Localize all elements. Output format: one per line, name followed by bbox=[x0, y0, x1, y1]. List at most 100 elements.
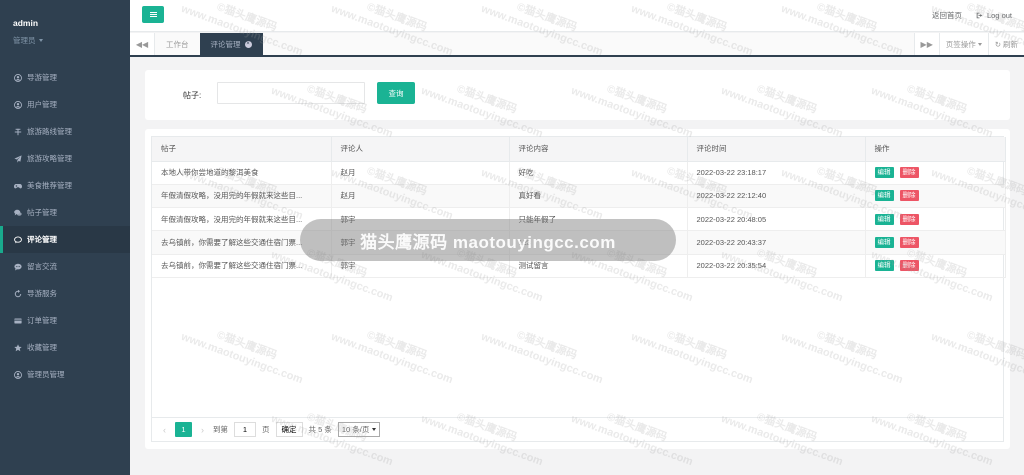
sidebar-item[interactable]: 帖子管理 bbox=[0, 199, 130, 226]
refresh-icon: ↻ bbox=[994, 39, 1001, 49]
tab-scroll-left-button[interactable]: ◀◀ bbox=[130, 33, 155, 55]
edit-button[interactable]: 编辑 bbox=[874, 213, 894, 225]
sidebar-item[interactable]: 旅游路线管理 bbox=[0, 118, 130, 145]
tab-dashboard[interactable]: 工作台 bbox=[155, 33, 200, 55]
column-header: 操作 bbox=[865, 137, 1006, 162]
sidebar-item[interactable]: 留言交流 bbox=[0, 253, 130, 280]
search-button[interactable]: 查询 bbox=[377, 82, 415, 104]
hamburger-icon bbox=[149, 12, 157, 17]
cell-time: 2022-03-22 22:12:40 bbox=[687, 184, 866, 209]
sidebar-item[interactable]: 美食推荐管理 bbox=[0, 172, 130, 199]
table-row: 去乌镇前，你需要了解这些交通住宿门票... 郭宇 123 2022-03-22 20:… bbox=[152, 230, 1006, 255]
edit-button[interactable]: 编辑 bbox=[874, 190, 894, 202]
cell-post: 年假清假攻略，没用完的年假就来这些目... bbox=[152, 207, 332, 232]
chevron-down-icon bbox=[372, 428, 377, 431]
page-size-value: 10 条/页 bbox=[341, 425, 370, 434]
total-count: 共 5 条 bbox=[308, 425, 332, 434]
edit-button[interactable]: 编辑 bbox=[874, 260, 894, 272]
sidebar-item-label: 收藏管理 bbox=[27, 343, 57, 352]
profile: admin 管理员 bbox=[0, 0, 130, 62]
page-number-current[interactable]: 1 bbox=[175, 422, 192, 437]
comment-icon bbox=[13, 235, 22, 244]
cell-post: 去乌镇前，你需要了解这些交通住宿门票... bbox=[152, 254, 332, 278]
next-page-icon[interactable]: › bbox=[198, 425, 207, 435]
logout-label: Log out bbox=[986, 11, 1012, 20]
sidebar-item[interactable]: 评论管理 bbox=[0, 226, 130, 253]
sidebar-item-label: 导游服务 bbox=[27, 289, 57, 298]
goto-label: 到第 bbox=[213, 425, 228, 434]
sidebar-item[interactable]: 订单管理 bbox=[0, 307, 130, 334]
comment-dots-icon bbox=[13, 262, 22, 271]
sidebar-item[interactable]: 用户管理 bbox=[0, 91, 130, 118]
comments-icon bbox=[13, 208, 22, 217]
role-dropdown[interactable]: 管理员 bbox=[13, 35, 130, 46]
table-panel: 帖子 评论人 评论内容 评论时间 操作 本地人带你尝地道的黎洱美食 赵月 好吃 202… bbox=[145, 129, 1010, 449]
pagination: ‹ 1 › 到第 页 确定 共 5 条 10 条/页 bbox=[152, 417, 1003, 441]
menu-toggle-button[interactable] bbox=[142, 6, 164, 23]
delete-button[interactable]: 删除 bbox=[899, 213, 919, 225]
username: admin bbox=[13, 18, 39, 28]
close-icon[interactable]: × bbox=[244, 40, 252, 48]
table-row: 本地人带你尝地道的黎洱美食 赵月 好吃 2022-03-22 23:18:17 编辑 删除 bbox=[152, 161, 1006, 185]
column-header[interactable]: 帖子 bbox=[152, 137, 332, 162]
page-ops-dropdown[interactable]: 页签操作 bbox=[938, 33, 988, 55]
sidebar-item[interactable]: 导游服务 bbox=[0, 280, 130, 307]
post-search-input[interactable] bbox=[217, 82, 365, 104]
page-unit-label: 页 bbox=[262, 425, 270, 434]
goto-page-input[interactable] bbox=[234, 422, 256, 437]
backward-icon: ◀◀ bbox=[135, 39, 149, 49]
column-header[interactable]: 评论内容 bbox=[509, 137, 688, 162]
cell-post: 本地人带你尝地道的黎洱美食 bbox=[152, 161, 332, 185]
table-row: 年假清假攻略，没用完的年假就来这些目... 郭宇 只能年假了 2022-03-22 2… bbox=[152, 207, 1006, 232]
cell-post: 年假清假攻略，没用完的年假就来这些目... bbox=[152, 184, 332, 209]
gamepad-icon bbox=[13, 181, 22, 190]
edit-button[interactable]: 编辑 bbox=[874, 167, 894, 179]
caret-down-icon bbox=[38, 39, 43, 42]
sidebar-item-label: 评论管理 bbox=[27, 235, 57, 244]
tab-label: 评论管理 bbox=[210, 39, 241, 49]
goto-confirm-button[interactable]: 确定 bbox=[275, 422, 303, 437]
sidebar-item-label: 用户管理 bbox=[27, 100, 57, 109]
refresh-button[interactable]: ↻ 刷新 bbox=[987, 33, 1024, 55]
table-row: 年假清假攻略，没用完的年假就来这些目... 赵月 真好看 2022-03-22 22:… bbox=[152, 184, 1006, 209]
prev-page-icon[interactable]: ‹ bbox=[160, 425, 169, 435]
forward-icon: ▶▶ bbox=[920, 39, 933, 49]
paper-plane-icon bbox=[13, 154, 22, 163]
table-header-row: 帖子 评论人 评论内容 评论时间 操作 bbox=[152, 137, 1006, 162]
cell-actions: 编辑 删除 bbox=[865, 161, 1006, 185]
column-header[interactable]: 评论人 bbox=[331, 137, 510, 162]
table-wrapper: 帖子 评论人 评论内容 评论时间 操作 本地人带你尝地道的黎洱美食 赵月 好吃 202… bbox=[151, 136, 1006, 442]
delete-button[interactable]: 删除 bbox=[899, 237, 919, 249]
sidebar-item-label: 留言交流 bbox=[27, 262, 57, 271]
sidebar-item-label: 导游管理 bbox=[27, 73, 57, 82]
logout-button[interactable]: Log out bbox=[976, 11, 1012, 20]
delete-button[interactable]: 删除 bbox=[899, 167, 919, 179]
cell-content: 测试留言 bbox=[509, 254, 688, 278]
sidebar-item[interactable]: 收藏管理 bbox=[0, 334, 130, 361]
edit-button[interactable]: 编辑 bbox=[874, 237, 894, 249]
sidebar-item[interactable]: 管理员管理 bbox=[0, 361, 130, 388]
delete-button[interactable]: 删除 bbox=[899, 260, 919, 272]
sidebar-nav: 导游管理用户管理旅游路线管理 旅游攻略管理美食推荐管理 帖子管理评论管理留言交流导游… bbox=[0, 64, 130, 388]
column-header[interactable]: 评论时间 bbox=[687, 137, 866, 162]
page-ops-label: 页签操作 bbox=[945, 39, 976, 49]
sidebar-item[interactable]: 旅游攻略管理 bbox=[0, 145, 130, 172]
main-content: 帖子: 查询 帖子 评论人 评论内容 评论时间 操作 本地人带你尝地道的黎洱美食… bbox=[130, 59, 1024, 475]
tab-scroll-right-button[interactable]: ▶▶ bbox=[913, 33, 939, 55]
cell-actions: 编辑 删除 bbox=[865, 254, 1006, 278]
tab-comment-management[interactable]: 评论管理 × bbox=[199, 33, 263, 55]
sign-out-icon bbox=[976, 12, 983, 19]
sidebar-item-label: 旅游攻略管理 bbox=[27, 154, 72, 163]
refresh-icon bbox=[13, 289, 22, 298]
cell-time: 2022-03-22 20:43:37 bbox=[687, 230, 866, 255]
user-circle-icon bbox=[13, 73, 22, 82]
sidebar-item-label: 旅游路线管理 bbox=[27, 127, 72, 136]
sidebar-item[interactable]: 导游管理 bbox=[0, 64, 130, 91]
search-panel: 帖子: 查询 bbox=[145, 70, 1010, 120]
page-size-select[interactable]: 10 条/页 bbox=[337, 422, 381, 437]
cell-commenter: 郭宇 bbox=[331, 207, 510, 232]
delete-button[interactable]: 删除 bbox=[899, 190, 919, 202]
user-circle-icon bbox=[13, 370, 22, 379]
home-link[interactable]: 返回首页 bbox=[932, 10, 962, 21]
cell-commenter: 郭宇 bbox=[331, 254, 510, 278]
